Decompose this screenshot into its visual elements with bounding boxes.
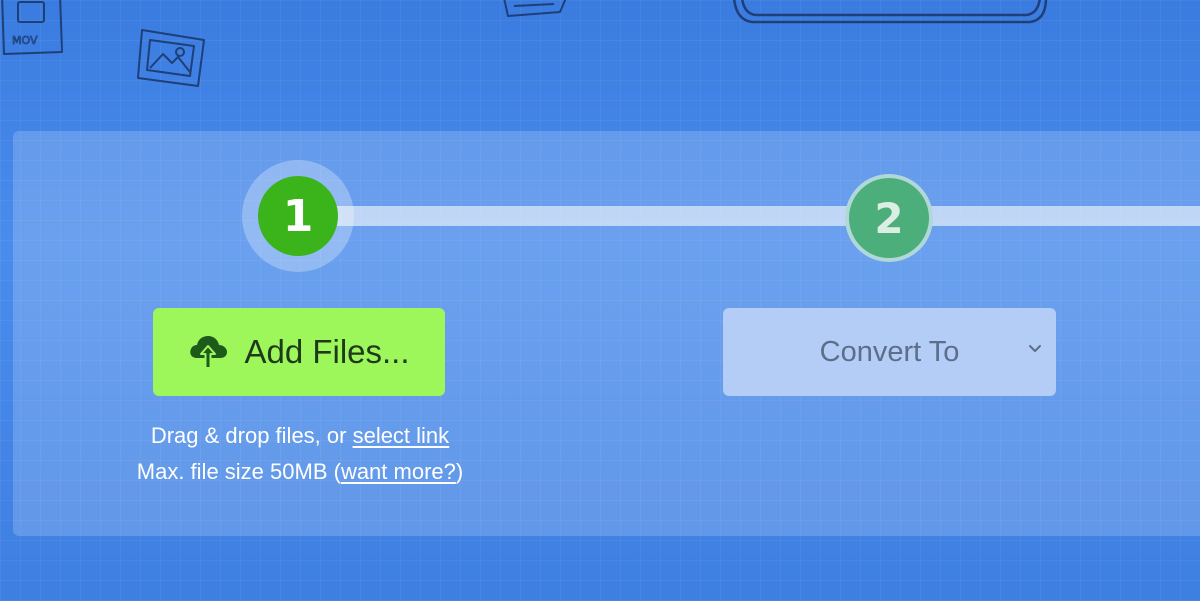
cloud-upload-icon — [190, 336, 228, 369]
select-link[interactable]: select link — [353, 423, 450, 448]
max-size-text: Max. file size 50MB ( — [136, 459, 341, 484]
step-progress-track — [330, 206, 1200, 226]
convert-to-select[interactable]: Convert To — [723, 308, 1056, 396]
mov-file-icon: MOV — [1, 0, 63, 55]
step-2-indicator: 2 — [845, 174, 933, 262]
background-doodles: MOV — [1, 0, 1048, 87]
convert-to-label: Convert To — [819, 335, 960, 368]
add-files-label: Add Files... — [244, 333, 410, 370]
want-more-link[interactable]: want more? — [341, 459, 456, 484]
add-files-button[interactable]: Add Files... — [153, 308, 445, 396]
laptop-sketch-icon — [733, 0, 1048, 24]
drag-drop-hint: Drag & drop files, or select link — [100, 423, 500, 449]
drag-drop-text: Drag & drop files, or — [150, 423, 353, 448]
max-size-text-end: ) — [455, 459, 464, 484]
chevron-down-icon — [1029, 345, 1041, 352]
card-icon — [503, 0, 567, 17]
step-1-indicator: 1 — [258, 176, 338, 256]
mov-label: MOV — [12, 34, 38, 47]
image-file-icon — [137, 29, 205, 87]
max-size-hint: Max. file size 50MB (want more?) — [100, 459, 500, 485]
